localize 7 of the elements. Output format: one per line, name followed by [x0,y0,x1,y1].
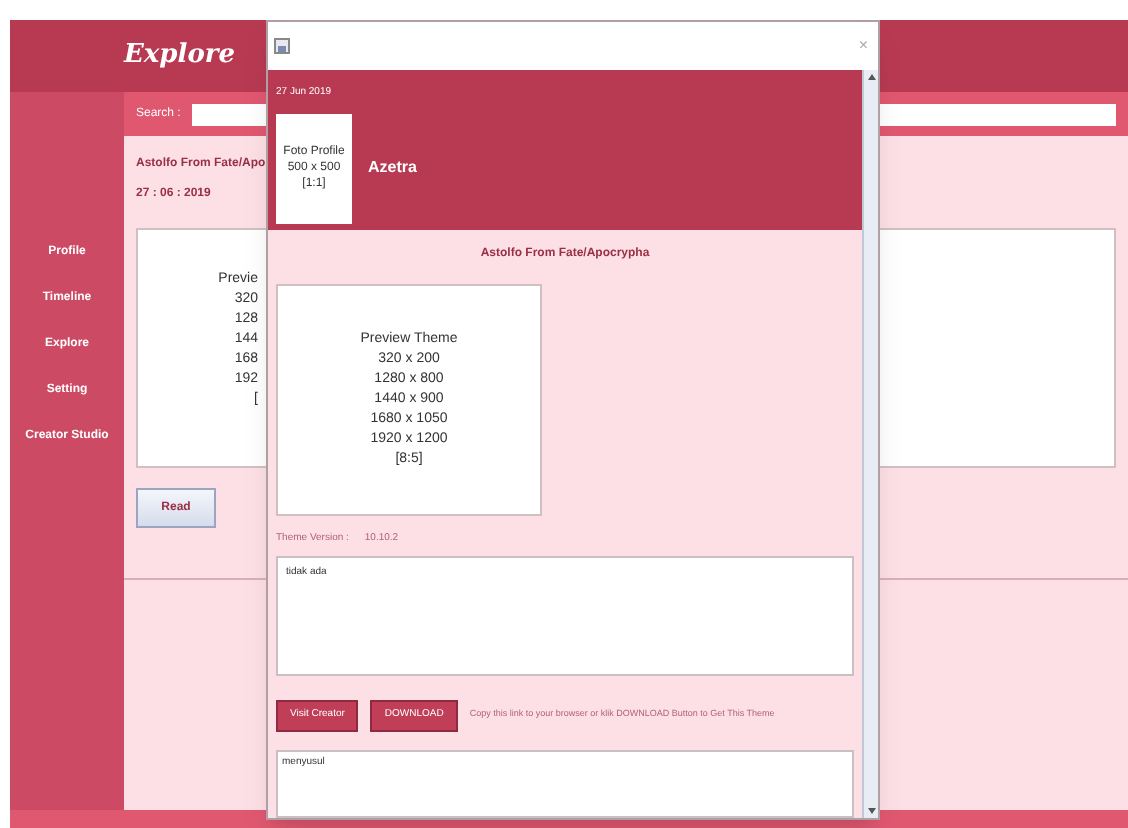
scroll-up-icon[interactable] [867,74,875,80]
close-button[interactable]: × [854,34,872,58]
page-title: Explore [124,38,235,75]
author-name: Azetra [368,156,417,180]
scrollbar[interactable] [862,70,878,818]
app-icon [274,38,290,54]
scroll-down-icon[interactable] [867,808,875,814]
